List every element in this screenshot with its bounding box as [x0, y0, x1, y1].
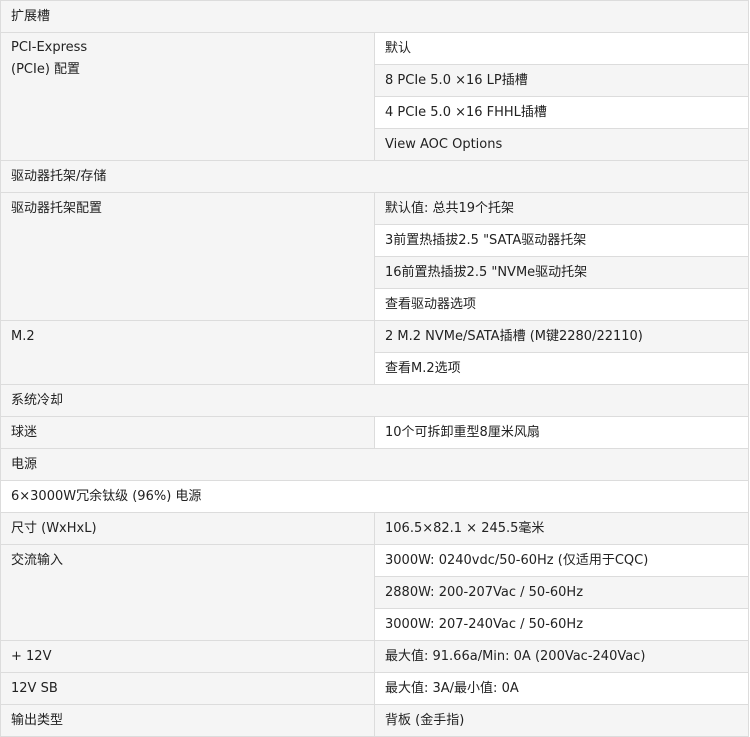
- table-row: PCI-Express (PCIe) 配置 默认: [0, 32, 749, 161]
- pcie-label: PCI-Express (PCIe) 配置: [0, 32, 375, 161]
- spec-table: 扩展槽 PCI-Express (PCIe) 配置 默认 8 PCIe 5.0 …: [0, 0, 749, 737]
- drive-bays-value: 默认值: 总共19个托架: [374, 192, 749, 225]
- view-aoc-options: View AOC Options: [374, 128, 749, 161]
- ac-input-value: 2880W: 200-207Vac / 50-60Hz: [374, 576, 749, 609]
- plus12v-value: 最大值: 91.66a/Min: 0A (200Vac-240Vac): [374, 640, 749, 673]
- dimensions-value: 106.5×82.1 × 245.5毫米: [374, 512, 749, 545]
- view-drive-options: 查看驱动器选项: [374, 288, 749, 321]
- pcie-value: 8 PCIe 5.0 ×16 LP插槽: [374, 64, 749, 97]
- section-heading-drives: 驱动器托架/存储: [0, 160, 749, 193]
- table-row: 12V SB 最大值: 3A/最小值: 0A: [0, 672, 749, 705]
- drive-bays-label: 驱动器托架配置: [0, 192, 375, 321]
- table-row: + 12V 最大值: 91.66a/Min: 0A (200Vac-240Vac…: [0, 640, 749, 673]
- ac-input-value: 3000W: 0240vdc/50-60Hz (仅适用于CQC): [374, 544, 749, 577]
- sb12v-label: 12V SB: [0, 672, 375, 705]
- section-row-cooling: 系统冷却: [0, 384, 749, 417]
- dimensions-label: 尺寸 (WxHxL): [0, 512, 375, 545]
- ac-input-value: 3000W: 207-240Vac / 50-60Hz: [374, 608, 749, 641]
- table-row: M.2 2 M.2 NVMe/SATA插槽 (M键2280/22110): [0, 320, 749, 385]
- table-row: 驱动器托架配置 默认值: 总共19个托架: [0, 192, 749, 321]
- table-row: 交流输入 3000W: 0240vdc/50-60Hz (仅适用于CQC): [0, 544, 749, 641]
- section-row-expansion: 扩展槽: [0, 0, 749, 33]
- m2-value: 2 M.2 NVMe/SATA插槽 (M键2280/22110): [374, 320, 749, 353]
- table-row: 尺寸 (WxHxL) 106.5×82.1 × 245.5毫米: [0, 512, 749, 545]
- section-row-power: 电源: [0, 448, 749, 481]
- psu-value: 6×3000W冗余钛级 (96%) 电源: [0, 480, 749, 513]
- table-row: 6×3000W冗余钛级 (96%) 电源: [0, 480, 749, 513]
- pcie-label-line1: PCI-Express: [11, 40, 88, 55]
- pcie-label-line2: (PCIe) 配置: [11, 62, 81, 77]
- pcie-value: 默认: [374, 32, 749, 65]
- drive-bays-value: 16前置热插拔2.5 "NVMe驱动托架: [374, 256, 749, 289]
- fans-value: 10个可拆卸重型8厘米风扇: [374, 416, 749, 449]
- drive-bays-value: 3前置热插拔2.5 "SATA驱动器托架: [374, 224, 749, 257]
- m2-label: M.2: [0, 320, 375, 385]
- sb12v-value: 最大值: 3A/最小值: 0A: [374, 672, 749, 705]
- section-heading-expansion: 扩展槽: [0, 0, 749, 33]
- section-row-drives: 驱动器托架/存储: [0, 160, 749, 193]
- section-heading-power: 电源: [0, 448, 749, 481]
- view-m2-options: 查看M.2选项: [374, 352, 749, 385]
- section-heading-cooling: 系统冷却: [0, 384, 749, 417]
- plus12v-label: + 12V: [0, 640, 375, 673]
- table-row: 球迷 10个可拆卸重型8厘米风扇: [0, 416, 749, 449]
- ac-input-label: 交流输入: [0, 544, 375, 641]
- pcie-value: 4 PCIe 5.0 ×16 FHHL插槽: [374, 96, 749, 129]
- fans-label: 球迷: [0, 416, 375, 449]
